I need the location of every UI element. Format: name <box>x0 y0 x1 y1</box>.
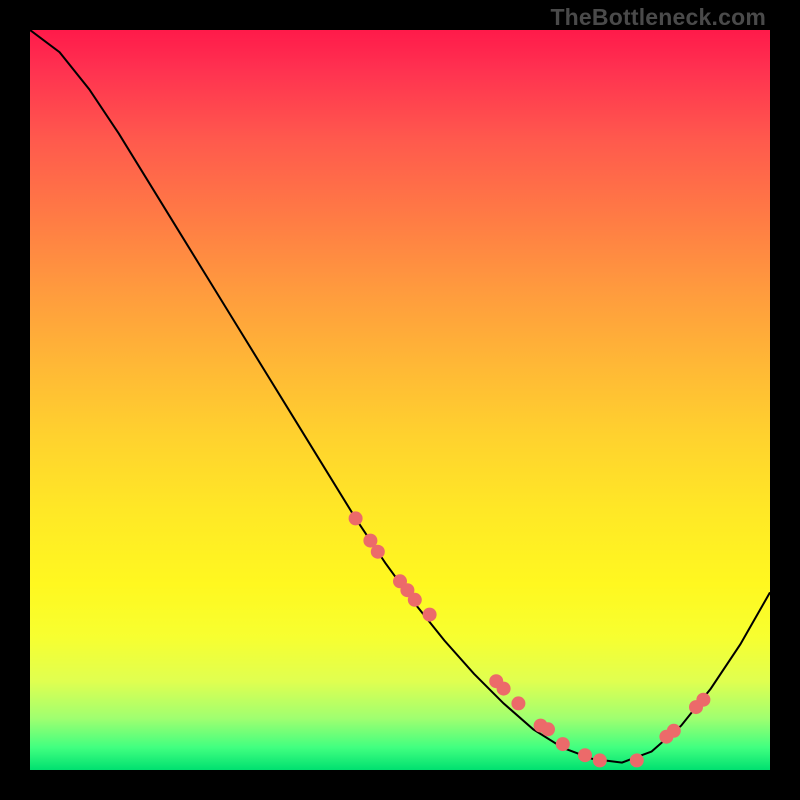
data-point <box>556 737 570 751</box>
data-point <box>667 724 681 738</box>
data-point <box>630 753 644 767</box>
bottleneck-curve-path <box>30 30 770 763</box>
data-point <box>593 753 607 767</box>
chart-svg <box>30 30 770 770</box>
bottleneck-chart <box>30 30 770 770</box>
data-point <box>349 511 363 525</box>
data-point <box>696 693 710 707</box>
scatter-dots <box>349 511 711 767</box>
data-point <box>371 545 385 559</box>
data-point <box>408 593 422 607</box>
watermark-label: TheBottleneck.com <box>550 4 766 31</box>
data-point <box>511 696 525 710</box>
data-point <box>541 722 555 736</box>
data-point <box>578 748 592 762</box>
curve-line <box>30 30 770 763</box>
data-point <box>497 682 511 696</box>
data-point <box>423 608 437 622</box>
